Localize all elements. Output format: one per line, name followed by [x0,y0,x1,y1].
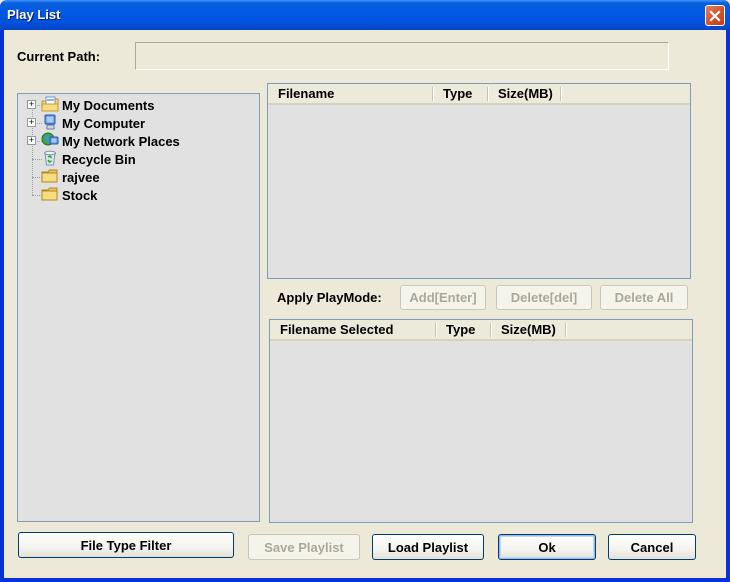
file-list-header: Filename Type Size(MB) [268,84,690,105]
column-header-filename-selected[interactable]: Filename Selected [270,320,436,339]
tree-item-label: My Computer [62,115,146,131]
delete-button[interactable]: Delete[del] [496,285,592,310]
tree-item-label: Stock [62,187,98,203]
my-documents-icon [41,96,59,112]
folder-tree[interactable]: + My Documents + My Computer + My Networ… [17,93,260,522]
tree-item-label: rajvee [62,169,100,185]
network-places-icon [41,132,59,146]
save-playlist-button[interactable]: Save Playlist [248,534,360,560]
close-icon [709,9,721,22]
file-list[interactable]: Filename Type Size(MB) [267,83,691,279]
ok-button[interactable]: Ok [498,534,596,560]
tree-item-my-computer[interactable]: + My Computer [18,114,145,132]
recycle-bin-icon [44,150,56,166]
cancel-button[interactable]: Cancel [608,534,696,560]
selected-file-list[interactable]: Filename Selected Type Size(MB) [269,319,693,523]
column-header-size[interactable]: Size(MB) [491,320,566,339]
close-button[interactable] [705,5,725,26]
column-header-filename[interactable]: Filename [268,84,433,103]
tree-item-label: Recycle Bin [62,151,136,167]
load-playlist-button[interactable]: Load Playlist [372,534,484,560]
column-header-type[interactable]: Type [433,84,488,103]
column-header-type[interactable]: Type [436,320,491,339]
tree-item-stock[interactable]: Stock [18,186,97,204]
apply-playmode-label: Apply PlayMode: [277,290,382,305]
tree-item-recycle-bin[interactable]: Recycle Bin [18,150,136,168]
play-list-window: Play List Current Path: + My Documents +… [0,0,730,582]
current-path-field [135,42,669,70]
column-header-size[interactable]: Size(MB) [488,84,561,103]
delete-all-button[interactable]: Delete All [600,285,688,310]
title-bar[interactable]: Play List [0,0,730,30]
folder-icon [41,169,58,183]
tree-item-label: My Network Places [62,133,180,149]
expand-icon[interactable]: + [27,118,36,127]
current-path-label: Current Path: [17,49,101,64]
file-type-filter-button[interactable]: File Type Filter [18,532,234,558]
tree-item-my-documents[interactable]: + My Documents [18,96,154,114]
expand-icon[interactable]: + [27,136,36,145]
tree-item-my-network-places[interactable]: + My Network Places [18,132,180,150]
dialog-body: Current Path: + My Documents + My Comput… [4,30,726,578]
tree-item-label: My Documents [62,97,155,113]
my-computer-icon [44,114,56,130]
expand-icon[interactable]: + [27,100,36,109]
selected-list-header: Filename Selected Type Size(MB) [270,320,692,341]
add-button[interactable]: Add[Enter] [400,285,486,310]
window-title: Play List [7,7,61,22]
folder-icon [41,187,58,201]
tree-item-rajvee[interactable]: rajvee [18,168,100,186]
